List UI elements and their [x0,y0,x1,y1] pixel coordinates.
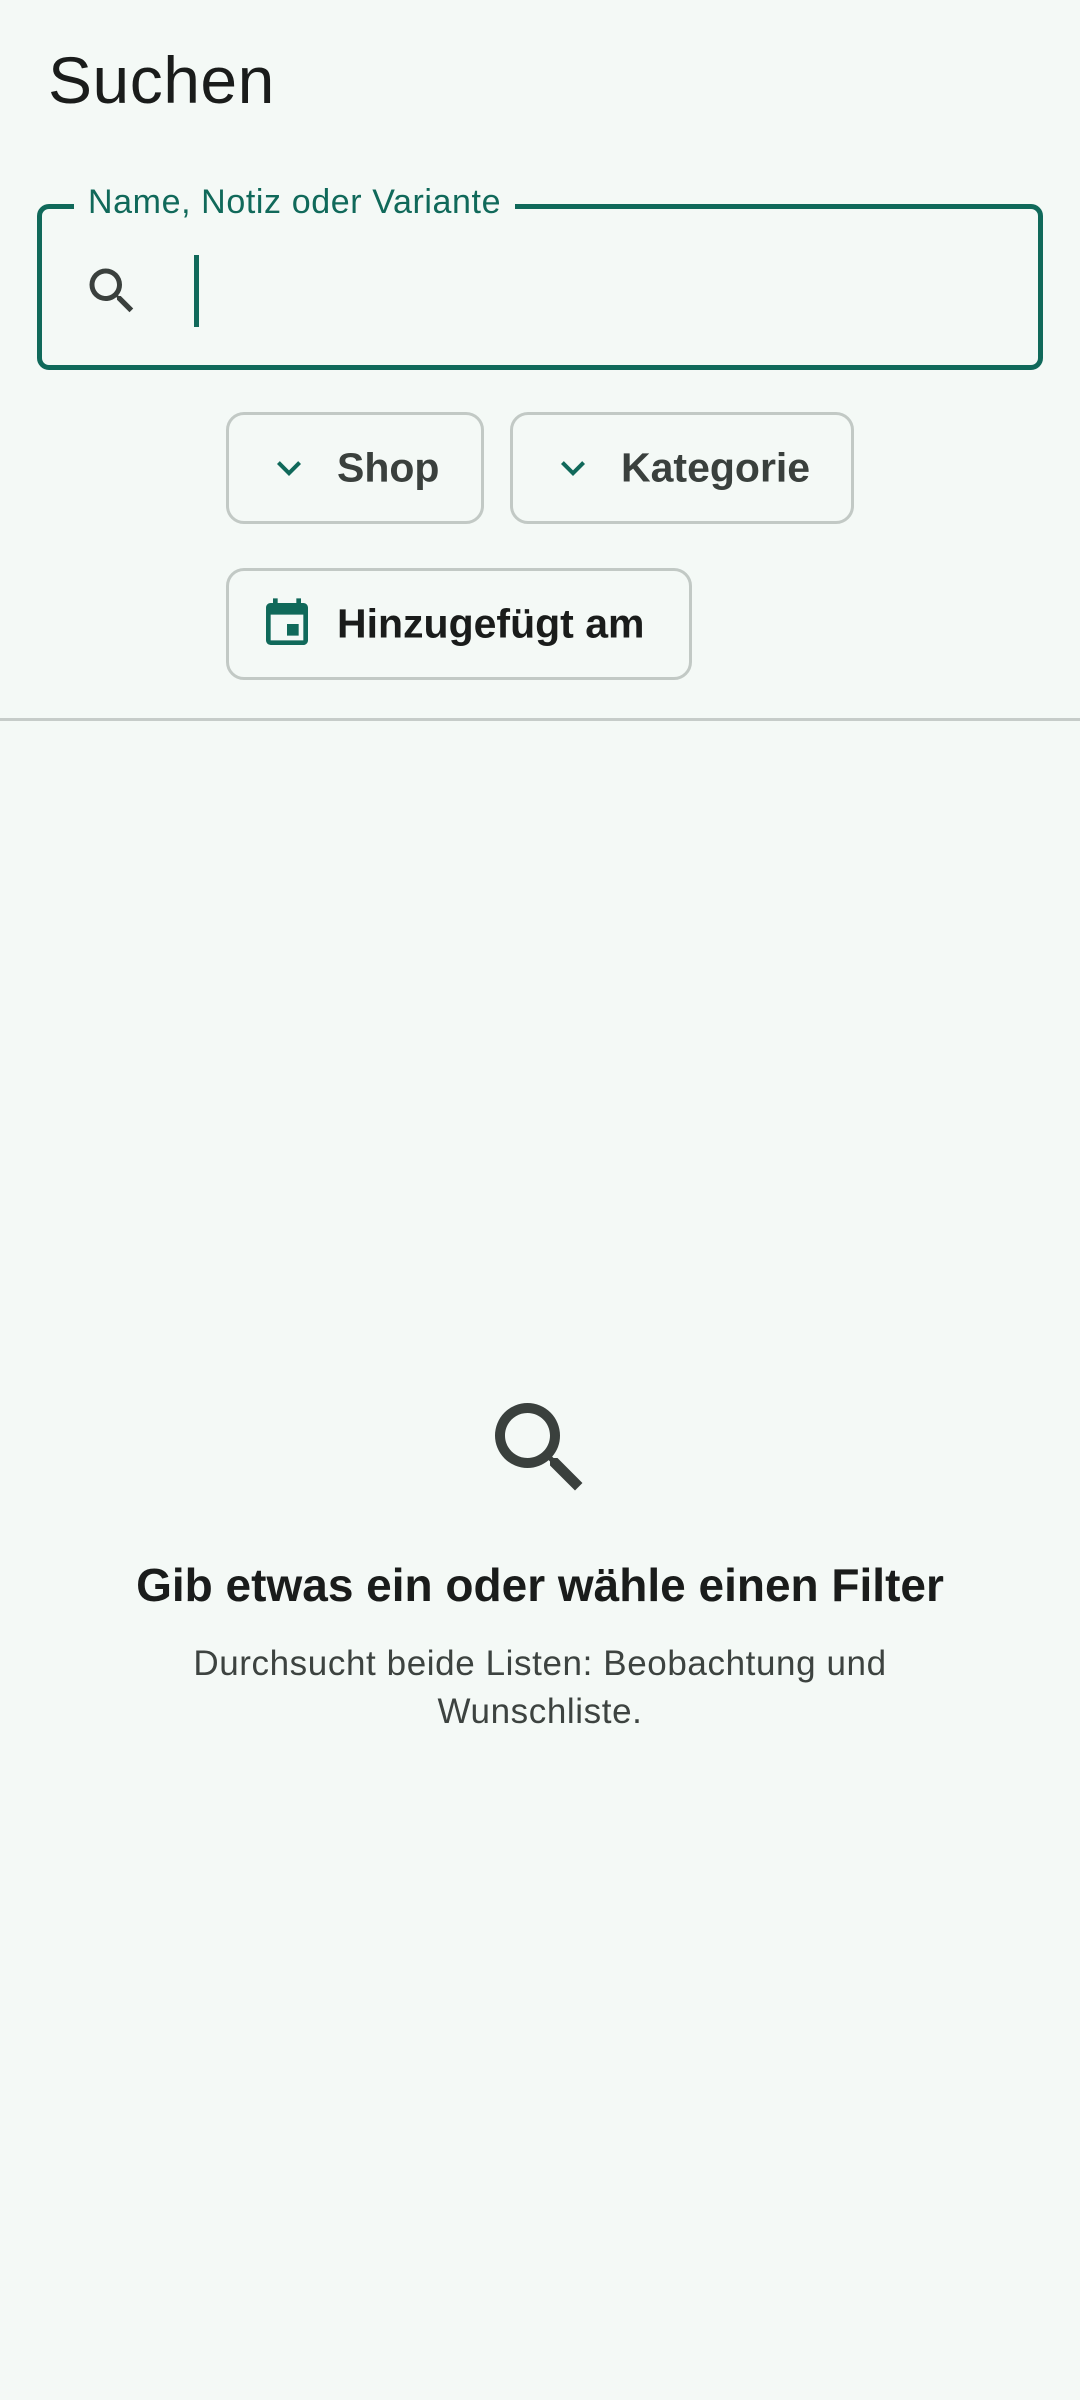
calendar-icon [266,598,308,645]
category-filter-chip[interactable]: Kategorie [510,412,854,524]
search-field-label: Name, Notiz oder Variante [74,183,516,222]
search-screen: Suchen Name, Notiz oder Variante Shop Ka… [0,0,1080,2400]
divider [0,718,1080,721]
shop-filter-chip[interactable]: Shop [226,412,484,524]
page-title: Suchen [48,43,275,117]
added-on-filter-chip[interactable]: Hinzugefügt am [226,568,692,680]
search-input[interactable] [192,249,992,331]
added-on-filter-label: Hinzugefügt am [337,600,645,647]
search-icon [89,268,134,313]
shop-filter-label: Shop [337,444,440,491]
empty-state-title: Gib etwas ein oder wähle einen Filter [136,1559,944,1611]
chevron-down-icon [277,461,301,476]
text-cursor [194,255,199,327]
empty-state-subtitle: Durchsucht beide Listen: Beobachtung und… [193,1644,887,1731]
chevron-down-icon [561,461,585,476]
category-filter-label: Kategorie [621,444,811,491]
search-icon [495,1403,583,1491]
search-field[interactable]: Name, Notiz oder Variante [37,183,1043,370]
